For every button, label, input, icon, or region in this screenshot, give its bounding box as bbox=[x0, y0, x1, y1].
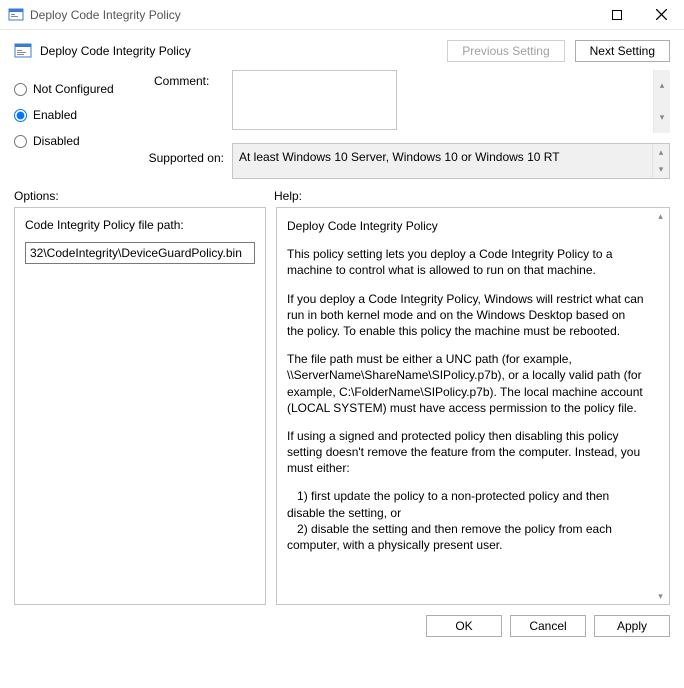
radio-disabled[interactable]: Disabled bbox=[14, 128, 144, 154]
maximize-button[interactable] bbox=[594, 0, 639, 29]
scroll-down-icon[interactable]: ▾ bbox=[654, 102, 670, 134]
scroll-up-icon[interactable]: ▴ bbox=[654, 70, 670, 102]
radio-not-configured-label: Not Configured bbox=[33, 82, 114, 96]
help-paragraph: This policy setting lets you deploy a Co… bbox=[287, 246, 645, 278]
page-title: Deploy Code Integrity Policy bbox=[40, 44, 447, 58]
help-section-label: Help: bbox=[274, 189, 302, 203]
filepath-input[interactable] bbox=[25, 242, 255, 264]
supported-row: Supported on: At least Windows 10 Server… bbox=[134, 143, 670, 179]
close-button[interactable] bbox=[639, 0, 684, 29]
apply-button[interactable]: Apply bbox=[594, 615, 670, 637]
scroll-up-icon[interactable]: ▴ bbox=[653, 144, 669, 161]
comment-label: Comment: bbox=[154, 70, 224, 133]
window-icon bbox=[8, 7, 24, 23]
options-pane: Code Integrity Policy file path: bbox=[14, 207, 266, 605]
footer: OK Cancel Apply bbox=[0, 605, 684, 647]
window-title: Deploy Code Integrity Policy bbox=[30, 8, 549, 22]
next-setting-button[interactable]: Next Setting bbox=[575, 40, 670, 62]
header: Deploy Code Integrity Policy Previous Se… bbox=[0, 30, 684, 70]
scroll-down-icon[interactable]: ▾ bbox=[652, 588, 669, 604]
help-scrollbar[interactable]: ▴ ▾ bbox=[652, 208, 669, 604]
radio-enabled[interactable]: Enabled bbox=[14, 102, 144, 128]
scroll-down-icon[interactable]: ▾ bbox=[653, 161, 669, 178]
supported-label: Supported on: bbox=[134, 143, 224, 179]
titlebar: Deploy Code Integrity Policy bbox=[0, 0, 684, 30]
radio-enabled-label: Enabled bbox=[33, 108, 77, 122]
radio-enabled-input[interactable] bbox=[14, 109, 27, 122]
help-pane: Deploy Code Integrity Policy This policy… bbox=[276, 207, 670, 605]
radio-disabled-input[interactable] bbox=[14, 135, 27, 148]
comment-scrollbar[interactable]: ▴ ▾ bbox=[653, 70, 670, 133]
comment-input[interactable] bbox=[232, 70, 397, 130]
help-list-item: 2) disable the setting and then remove t… bbox=[287, 521, 645, 553]
help-paragraph: The file path must be either a UNC path … bbox=[287, 351, 645, 416]
scroll-up-icon[interactable]: ▴ bbox=[652, 208, 669, 224]
help-content: Deploy Code Integrity Policy This policy… bbox=[287, 218, 659, 553]
supported-value-box: At least Windows 10 Server, Windows 10 o… bbox=[232, 143, 670, 179]
radio-disabled-label: Disabled bbox=[33, 134, 80, 148]
supported-value: At least Windows 10 Server, Windows 10 o… bbox=[239, 150, 560, 164]
filepath-label: Code Integrity Policy file path: bbox=[25, 218, 255, 232]
options-section-label: Options: bbox=[14, 189, 274, 203]
nav-buttons: Previous Setting Next Setting bbox=[447, 40, 670, 62]
help-title: Deploy Code Integrity Policy bbox=[287, 218, 645, 234]
help-paragraph: If using a signed and protected policy t… bbox=[287, 428, 645, 477]
right-column: Comment: ▴ ▾ Supported on: At least Wind… bbox=[154, 70, 670, 179]
previous-setting-button[interactable]: Previous Setting bbox=[447, 40, 564, 62]
comment-row: Comment: ▴ ▾ bbox=[154, 70, 670, 133]
help-list-item: 1) first update the policy to a non-prot… bbox=[287, 488, 645, 520]
radio-not-configured[interactable]: Not Configured bbox=[14, 76, 144, 102]
help-paragraph: If you deploy a Code Integrity Policy, W… bbox=[287, 291, 645, 340]
radio-not-configured-input[interactable] bbox=[14, 83, 27, 96]
ok-button[interactable]: OK bbox=[426, 615, 502, 637]
supported-scrollbar[interactable]: ▴ ▾ bbox=[652, 144, 669, 178]
section-labels: Options: Help: bbox=[0, 185, 684, 207]
cancel-button[interactable]: Cancel bbox=[510, 615, 586, 637]
state-column: Not Configured Enabled Disabled bbox=[14, 70, 144, 179]
window-controls bbox=[549, 0, 684, 29]
policy-icon bbox=[14, 42, 32, 60]
lower-area: Code Integrity Policy file path: Deploy … bbox=[0, 207, 684, 605]
upper-area: Not Configured Enabled Disabled Comment:… bbox=[0, 70, 684, 185]
